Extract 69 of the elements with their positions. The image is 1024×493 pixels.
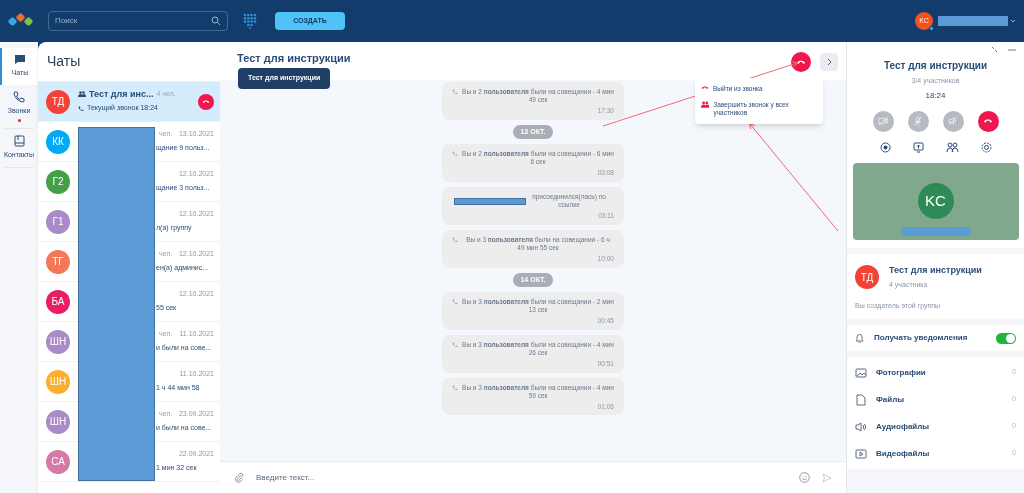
phone-icon: [452, 384, 458, 391]
screen-share-icon[interactable]: [912, 141, 924, 153]
search-icon: [211, 16, 221, 26]
chat-name: Тест для инс...: [89, 87, 154, 101]
group-icon: [701, 101, 710, 108]
emoji-icon[interactable]: [799, 472, 810, 483]
search-field[interactable]: Поиск: [48, 11, 228, 31]
phone-icon: [452, 89, 458, 95]
notifications-label: Получать уведомления: [874, 332, 969, 344]
avatar: БА: [46, 289, 70, 314]
phone-icon: [452, 341, 458, 348]
hangup-icon: [202, 99, 210, 104]
call-duration: 18:24: [925, 89, 946, 102]
group-name: Тест для инструкции: [889, 263, 982, 277]
mic-off-icon: [912, 115, 924, 127]
avatar: ТГ: [46, 249, 70, 274]
dialpad-icon[interactable]: [243, 13, 257, 29]
chat-title: Тест для инструкции: [237, 51, 351, 66]
redaction-block: [454, 197, 526, 205]
avatar: ТД: [46, 89, 70, 114]
participants-icon[interactable]: [945, 141, 959, 153]
panel-title: Чаты: [47, 52, 81, 71]
toggle-switch[interactable]: [996, 332, 1016, 344]
chevron-right-icon: [826, 58, 832, 66]
search-input[interactable]: Поиск: [55, 15, 211, 27]
record-icon[interactable]: [879, 141, 891, 153]
settings-icon[interactable]: [980, 141, 992, 153]
avatar: ШН: [46, 329, 70, 354]
avatar: ШН: [46, 369, 70, 394]
camera-off-icon: [877, 115, 889, 127]
caret-icon[interactable]: [1010, 19, 1016, 23]
redaction-block: [938, 16, 1008, 26]
avatar: СА: [46, 449, 70, 474]
bell-icon: [855, 333, 864, 343]
call-title: Тест для инструкции: [883, 59, 988, 73]
call-control-button[interactable]: [872, 110, 894, 132]
video-icon: [855, 447, 867, 460]
photo-icon: [855, 366, 867, 379]
address-book-icon: [13, 135, 25, 147]
group-icon: [78, 91, 86, 98]
speaker-icon: [855, 420, 867, 433]
hangup-button[interactable]: [791, 52, 811, 72]
group-avatar: ТД: [855, 265, 879, 289]
avatar: Г2: [46, 169, 70, 194]
hangup-icon: [796, 59, 806, 65]
minimize-icon[interactable]: [991, 46, 998, 53]
logo-icon: [8, 13, 34, 29]
avatar: Г1: [46, 209, 70, 234]
message-composer[interactable]: Введите текст...: [220, 461, 846, 493]
minus-icon[interactable]: [1008, 48, 1016, 51]
call-control-button[interactable]: [942, 110, 964, 132]
hangup-button[interactable]: [198, 93, 214, 110]
participant-avatar: KC: [917, 183, 954, 219]
avatar: ШН: [46, 409, 70, 434]
redaction-block: [900, 226, 971, 236]
phone-icon: [13, 90, 25, 103]
phone-icon: [452, 151, 458, 158]
hangup-button[interactable]: [977, 110, 999, 132]
speaker-off-icon: [947, 115, 959, 127]
chat-bubble-icon: [14, 54, 26, 65]
phone-icon: [78, 105, 84, 112]
phone-icon: [452, 299, 458, 305]
message-input[interactable]: Введите текст...: [256, 471, 799, 484]
avatar: КК: [46, 129, 70, 154]
call-control-button[interactable]: [907, 110, 929, 132]
file-icon: [855, 393, 867, 406]
paperclip-icon[interactable]: [234, 472, 244, 483]
hangup-icon: [701, 85, 709, 90]
phone-icon: [452, 236, 458, 243]
